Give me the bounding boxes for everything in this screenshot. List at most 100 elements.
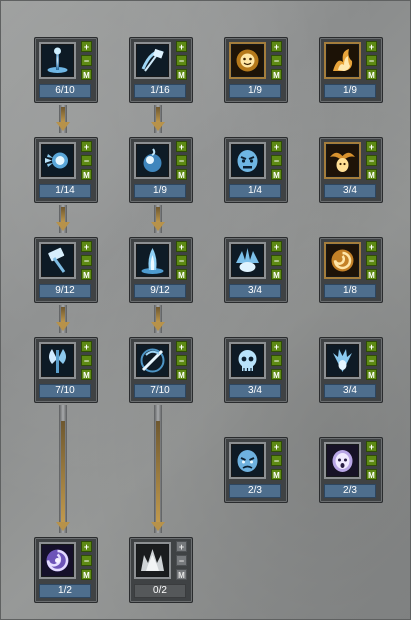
skill-increase-button[interactable]: + <box>81 541 92 552</box>
skill-increase-button[interactable]: + <box>271 141 282 152</box>
skill-slot[interactable]: + − M 0/2 <box>129 537 193 603</box>
skill-slot[interactable]: + − M 1/2 <box>34 537 98 603</box>
staff-icon[interactable] <box>39 42 76 79</box>
flame-pillar-icon[interactable] <box>134 242 171 279</box>
skill-max-button[interactable]: M <box>176 269 187 280</box>
skill-decrease-button[interactable]: − <box>81 255 92 266</box>
skill-slot[interactable]: + − M 3/4 <box>319 137 383 203</box>
skill-increase-button[interactable]: + <box>366 241 377 252</box>
skill-increase-button[interactable]: + <box>366 141 377 152</box>
skill-max-button[interactable]: M <box>366 469 377 480</box>
skill-slot[interactable]: + − M 1/4 <box>224 137 288 203</box>
skill-slot[interactable]: + − M 1/8 <box>319 237 383 303</box>
skill-slot[interactable]: + − M 1/9 <box>129 137 193 203</box>
skill-increase-button[interactable]: + <box>176 141 187 152</box>
skill-slot[interactable]: + − M 1/9 <box>319 37 383 103</box>
swirl-icon[interactable] <box>324 242 361 279</box>
burst-fist-icon[interactable] <box>39 142 76 179</box>
skill-max-button[interactable]: M <box>176 69 187 80</box>
skill-increase-button[interactable]: + <box>176 41 187 52</box>
skill-slot[interactable]: + − M 1/9 <box>224 37 288 103</box>
skill-max-button[interactable]: M <box>271 469 282 480</box>
skill-increase-button[interactable]: + <box>366 341 377 352</box>
skill-slot[interactable]: + − M 3/4 <box>319 337 383 403</box>
skill-max-button[interactable]: M <box>366 69 377 80</box>
grim-face-icon[interactable] <box>229 442 266 479</box>
skill-max-button[interactable]: M <box>176 169 187 180</box>
skill-increase-button[interactable]: + <box>176 341 187 352</box>
skill-decrease-button[interactable]: − <box>176 55 187 66</box>
skill-max-button[interactable]: M <box>81 369 92 380</box>
skill-increase-button[interactable]: + <box>81 241 92 252</box>
skill-max-button[interactable]: M <box>176 369 187 380</box>
orb-icon[interactable] <box>134 142 171 179</box>
skill-decrease-button[interactable]: − <box>271 155 282 166</box>
vortex-icon[interactable] <box>39 542 76 579</box>
skill-slot[interactable]: + − M 7/10 <box>129 337 193 403</box>
spirit-face-icon[interactable] <box>324 442 361 479</box>
skill-increase-button[interactable]: + <box>176 241 187 252</box>
winged-face-icon[interactable] <box>324 142 361 179</box>
skill-increase-button[interactable]: + <box>271 41 282 52</box>
splash-icon[interactable] <box>229 242 266 279</box>
skill-decrease-button[interactable]: − <box>271 55 282 66</box>
skill-decrease-button[interactable]: − <box>366 355 377 366</box>
skill-decrease-button[interactable]: − <box>271 455 282 466</box>
skill-decrease-button[interactable]: − <box>176 355 187 366</box>
skill-increase-button[interactable]: + <box>81 141 92 152</box>
skill-decrease-button[interactable]: − <box>81 55 92 66</box>
skill-increase-button[interactable]: + <box>271 341 282 352</box>
skill-decrease-button[interactable]: − <box>81 155 92 166</box>
skill-decrease-button[interactable]: − <box>271 255 282 266</box>
skill-max-button[interactable]: M <box>81 169 92 180</box>
skill-increase-button[interactable]: + <box>81 341 92 352</box>
crown-spikes-icon[interactable] <box>134 542 171 579</box>
skill-slot[interactable]: + − M 3/4 <box>224 337 288 403</box>
skill-max-button[interactable]: M <box>271 269 282 280</box>
skill-decrease-button[interactable]: − <box>176 155 187 166</box>
skull-icon[interactable] <box>229 342 266 379</box>
skill-decrease-button[interactable]: − <box>271 355 282 366</box>
slash-icon[interactable] <box>134 342 171 379</box>
skill-increase-button[interactable]: + <box>81 41 92 52</box>
skill-slot[interactable]: + − M 1/14 <box>34 137 98 203</box>
skill-decrease-button[interactable]: − <box>81 355 92 366</box>
skill-max-button[interactable]: M <box>81 269 92 280</box>
skill-slot[interactable]: + − M 3/4 <box>224 237 288 303</box>
skill-increase-button[interactable]: + <box>366 441 377 452</box>
skill-max-button[interactable]: M <box>176 569 187 580</box>
skill-decrease-button[interactable]: − <box>366 255 377 266</box>
skill-slot[interactable]: + − M 2/3 <box>319 437 383 503</box>
hammer-swing-icon[interactable] <box>134 42 171 79</box>
skill-decrease-button[interactable]: − <box>176 555 187 566</box>
skill-slot[interactable]: + − M 2/3 <box>224 437 288 503</box>
skill-max-button[interactable]: M <box>81 69 92 80</box>
flame-rider-icon[interactable] <box>324 42 361 79</box>
skill-slot[interactable]: + − M 7/10 <box>34 337 98 403</box>
skill-max-button[interactable]: M <box>271 169 282 180</box>
hammer-icon[interactable] <box>39 242 76 279</box>
skill-decrease-button[interactable]: − <box>176 255 187 266</box>
skill-max-button[interactable]: M <box>81 569 92 580</box>
skill-decrease-button[interactable]: − <box>81 555 92 566</box>
skill-slot[interactable]: + − M 9/12 <box>34 237 98 303</box>
skill-decrease-button[interactable]: − <box>366 155 377 166</box>
skill-increase-button[interactable]: + <box>366 41 377 52</box>
skill-increase-button[interactable]: + <box>176 541 187 552</box>
skill-increase-button[interactable]: + <box>271 241 282 252</box>
skill-max-button[interactable]: M <box>271 69 282 80</box>
skill-decrease-button[interactable]: − <box>366 455 377 466</box>
skill-max-button[interactable]: M <box>271 369 282 380</box>
skill-max-button[interactable]: M <box>366 169 377 180</box>
axe-icon[interactable] <box>39 342 76 379</box>
skill-slot[interactable]: + − M 6/10 <box>34 37 98 103</box>
skill-decrease-button[interactable]: − <box>366 55 377 66</box>
angry-mask-icon[interactable] <box>229 142 266 179</box>
radiant-face-icon[interactable] <box>229 42 266 79</box>
skill-slot[interactable]: + − M 9/12 <box>129 237 193 303</box>
skill-max-button[interactable]: M <box>366 369 377 380</box>
skill-max-button[interactable]: M <box>366 269 377 280</box>
feather-crest-icon[interactable] <box>324 342 361 379</box>
skill-increase-button[interactable]: + <box>271 441 282 452</box>
skill-slot[interactable]: + − M 1/16 <box>129 37 193 103</box>
